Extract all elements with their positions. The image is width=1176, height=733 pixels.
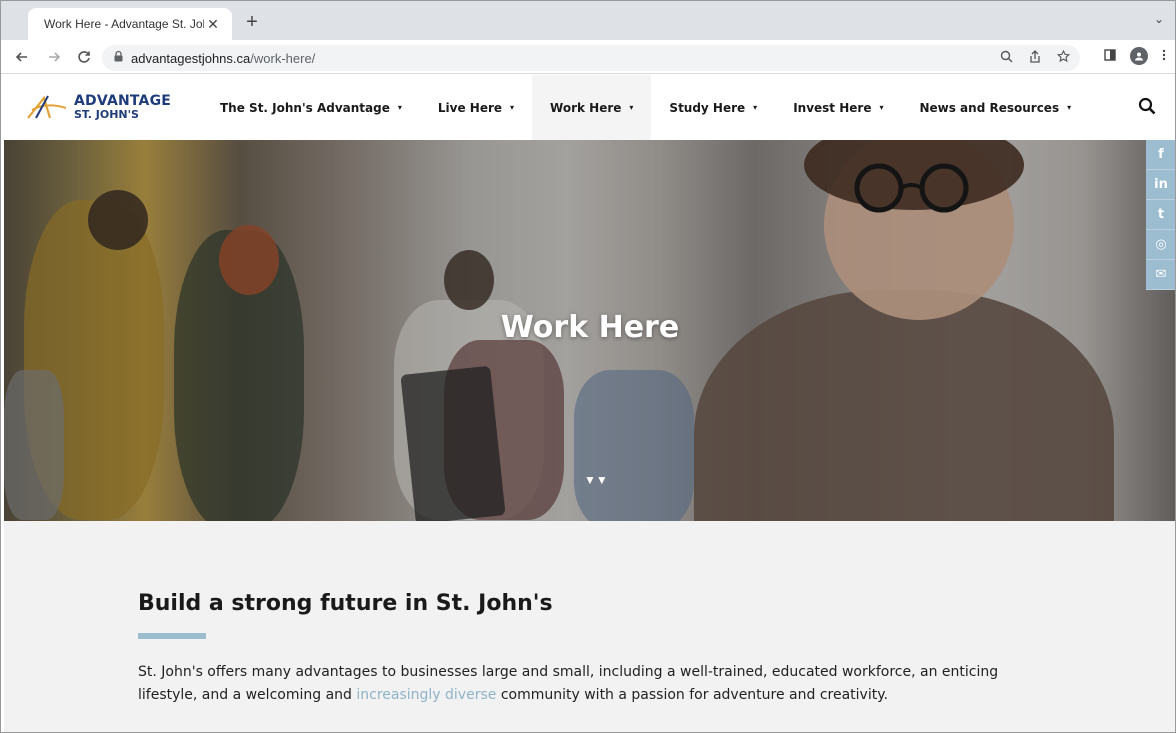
side-panel-icon[interactable]	[1104, 48, 1116, 64]
twitter-icon[interactable]: t	[1146, 200, 1176, 230]
caret-down-icon: ▾	[1067, 103, 1072, 112]
address-bar[interactable]: advantagestjohns.ca/work-here/	[102, 45, 1080, 71]
kebab-menu-icon[interactable]	[1162, 49, 1166, 64]
nav-label: Study Here	[669, 100, 746, 115]
browser-tabbar: Work Here - Advantage St. John ✕ + ⌄	[0, 0, 1176, 40]
section-heading: Build a strong future in St. John's	[138, 591, 553, 616]
back-button[interactable]	[12, 47, 32, 67]
heading-underline	[138, 633, 206, 639]
nav-label: Live Here	[437, 100, 503, 115]
profile-avatar-icon[interactable]	[1130, 47, 1148, 65]
nav-label: News and Resources	[919, 100, 1060, 115]
logo-mark-icon	[27, 95, 67, 119]
search-icon	[1138, 97, 1156, 115]
caret-down-icon: ▾	[397, 103, 402, 112]
nav-item-study-here[interactable]: Study Here ▾	[651, 75, 775, 140]
hero-banner: Work Here ▼▼	[4, 140, 1176, 521]
bookmark-star-icon[interactable]	[1056, 49, 1071, 66]
intro-text-end: community with a passion for adventure a…	[496, 687, 888, 703]
scroll-down-icon[interactable]: ▼▼	[584, 474, 608, 486]
hero-title: Work Here	[500, 310, 680, 345]
facebook-icon[interactable]: f	[1146, 140, 1176, 170]
caret-down-icon: ▾	[629, 103, 634, 112]
search-button[interactable]	[1138, 97, 1158, 117]
caret-down-icon: ▾	[879, 103, 884, 112]
tab-title: Work Here - Advantage St. John	[44, 17, 204, 31]
zoom-icon[interactable]	[1000, 50, 1013, 66]
share-icon[interactable]	[1029, 50, 1041, 66]
main-nav: The St. John's Advantage ▾ Live Here ▾ Wor…	[202, 75, 1089, 140]
logo-subtitle: ST. JOHN'S	[74, 108, 139, 121]
browser-tab[interactable]: Work Here - Advantage St. John ✕	[28, 8, 232, 40]
nav-label: Work Here	[550, 100, 622, 115]
site-header: ADVANTAGE ST. JOHN'S The St. John's Adva…	[0, 75, 1176, 140]
increasingly-diverse-link[interactable]: increasingly diverse	[356, 687, 496, 703]
nav-item-news-and-resources[interactable]: News and Resources ▾	[901, 75, 1089, 140]
nav-item-live-here[interactable]: Live Here ▾	[420, 75, 532, 140]
social-sidebar: f in t ◎ ✉	[1146, 140, 1176, 290]
url-host: advantagestjohns.ca	[131, 50, 251, 66]
close-icon[interactable]: ✕	[204, 15, 222, 33]
reload-button[interactable]	[74, 47, 94, 67]
url-path: /work-here/	[250, 50, 316, 66]
nav-item-st-johns-advantage[interactable]: The St. John's Advantage ▾	[202, 75, 420, 140]
site-logo[interactable]: ADVANTAGE ST. JOHN'S	[26, 92, 171, 122]
caret-down-icon: ▾	[510, 103, 515, 112]
nav-item-work-here[interactable]: Work Here ▾	[532, 75, 652, 140]
instagram-icon[interactable]: ◎	[1146, 230, 1176, 260]
nav-label: Invest Here	[793, 100, 872, 115]
intro-paragraph: St. John's offers many advantages to bus…	[138, 661, 1038, 707]
intro-section: Build a strong future in St. John's St. …	[4, 521, 1176, 733]
forward-button[interactable]	[44, 47, 64, 67]
reload-icon	[78, 51, 90, 63]
chevron-down-icon[interactable]: ⌄	[1154, 12, 1164, 26]
logo-title: ADVANTAGE	[74, 93, 172, 109]
linkedin-icon[interactable]: in	[1146, 170, 1176, 200]
browser-toolbar: advantagestjohns.ca/work-here/	[0, 40, 1176, 74]
nav-item-invest-here[interactable]: Invest Here ▾	[775, 75, 901, 140]
arrow-right-icon	[49, 52, 61, 62]
lock-icon	[114, 50, 123, 65]
new-tab-button[interactable]: +	[240, 10, 264, 34]
arrow-left-icon	[15, 52, 27, 62]
nav-label: The St. John's Advantage	[220, 100, 390, 115]
caret-down-icon: ▾	[753, 103, 758, 112]
email-icon[interactable]: ✉	[1146, 260, 1176, 290]
